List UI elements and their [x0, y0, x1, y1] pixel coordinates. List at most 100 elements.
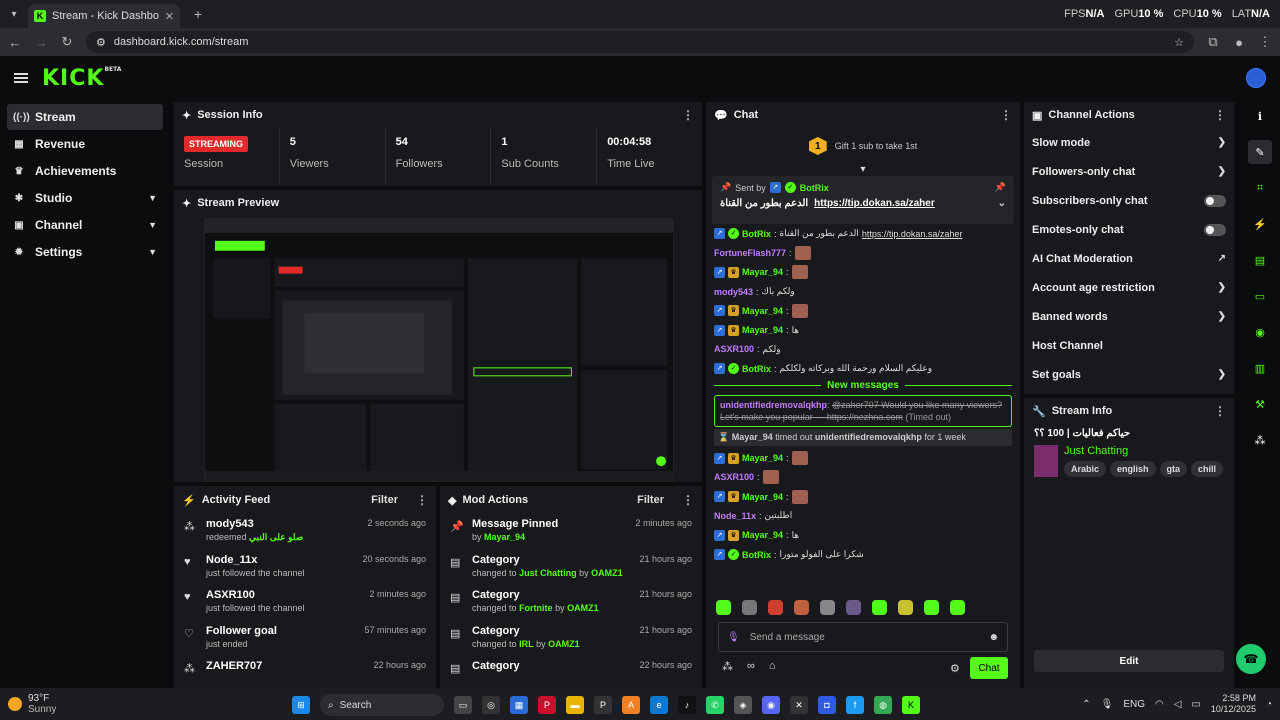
windows-start-icon[interactable]: ⊞ — [292, 696, 310, 714]
chevron-right-icon[interactable]: ❯ — [1218, 166, 1226, 177]
note-icon[interactable]: ▤ — [1248, 248, 1272, 272]
app-icon[interactable]: A — [622, 696, 640, 714]
app-icon[interactable]: ✕ — [790, 696, 808, 714]
chevron-right-icon[interactable]: ❯ — [1218, 369, 1226, 380]
language-indicator[interactable]: ENG — [1123, 699, 1145, 710]
store-icon[interactable]: ▦ — [510, 696, 528, 714]
sidebar-item-settings[interactable]: ✹ Settings ▼ — [7, 239, 163, 265]
broadcast-icon[interactable]: ◉ — [1248, 320, 1272, 344]
emote-picker-icon[interactable] — [924, 600, 939, 615]
chat-message[interactable]: ↗ ✓ BotRix: وعليكم السلام ورحمة الله وبركات… — [706, 359, 1020, 378]
task-view-icon[interactable]: ▭ — [454, 696, 472, 714]
stream-tag[interactable]: english — [1110, 461, 1156, 477]
channel-action-followers-only-chat[interactable]: Followers-only chat ❯ — [1024, 157, 1234, 186]
more-options-icon[interactable]: ⋮ — [416, 493, 428, 507]
external-link-icon[interactable]: ↗ — [1218, 253, 1226, 264]
flagged-message[interactable]: unidentifiedremovalqkhp: @zaher707 Would… — [714, 395, 1012, 428]
store-icon[interactable]: ⌂ — [769, 660, 776, 673]
channel-action-account-age-restriction[interactable]: Account age restriction ❯ — [1024, 273, 1234, 302]
chat-username[interactable]: Mayar_94 — [742, 530, 783, 540]
pinned-link[interactable]: https://tip.dokan.sa/zaher — [814, 198, 935, 209]
chat-message[interactable]: ↗ ♛ Mayar_94: ها — [706, 526, 1020, 545]
folder-icon[interactable]: ▬ — [566, 696, 584, 714]
microphone-icon[interactable]: 🎙 — [727, 632, 740, 643]
pinned-message[interactable]: 📌 Sent by ↗ ✓ BotRix 📌 الدعم بطور من الق… — [712, 176, 1014, 224]
sidebar-item-achievements[interactable]: ♛ Achievements — [7, 158, 163, 184]
chat-bubble-icon[interactable]: ▭ — [1248, 284, 1272, 308]
volume-icon[interactable]: ◁ — [1174, 699, 1182, 710]
notifications-icon[interactable]: ◔ — [1266, 699, 1272, 710]
bookmark-star-icon[interactable]: ☆ — [1174, 36, 1184, 49]
extensions-icon[interactable]: ⧉ — [1206, 34, 1220, 50]
more-options-icon[interactable]: ⋮ — [682, 108, 694, 122]
collapse-pinned-icon[interactable]: ▾ — [706, 164, 1020, 176]
chevron-right-icon[interactable]: ❯ — [1218, 311, 1226, 322]
channel-action-ai-chat-moderation[interactable]: AI Chat Moderation ↗ — [1024, 244, 1234, 273]
battery-icon[interactable]: ▭ — [1191, 699, 1200, 710]
wifi-icon[interactable]: ◠ — [1155, 699, 1164, 710]
chat-input[interactable]: Send a message — [750, 632, 825, 643]
emoji-icon[interactable]: ☻ — [988, 632, 999, 643]
channel-action-set-goals[interactable]: Set goals ❯ — [1024, 360, 1234, 389]
channel-action-emotes-only-chat[interactable]: Emotes-only chat — [1024, 215, 1234, 244]
gift-sub-leaderboard[interactable]: 1 Gift 1 sub to take 1st — [706, 128, 1020, 164]
emote-picker-icon[interactable] — [950, 600, 965, 615]
kick-logo[interactable]: KICKBETA — [42, 66, 121, 91]
clock[interactable]: 2:58 PM 10/12/2025 — [1211, 693, 1256, 715]
channel-action-host-channel[interactable]: Host Channel — [1024, 331, 1234, 360]
kick-app-icon[interactable]: K — [902, 696, 920, 714]
support-headset-icon[interactable]: ☎ — [1236, 644, 1266, 674]
activity-filter-button[interactable]: Filter — [371, 494, 398, 506]
edge-icon[interactable]: e — [650, 696, 668, 714]
sidebar-item-revenue[interactable]: ▦ Revenue — [7, 131, 163, 157]
emote-picker-icon[interactable] — [742, 600, 757, 615]
pinterest-icon[interactable]: P — [538, 696, 556, 714]
emote-picker-icon[interactable] — [716, 600, 731, 615]
toggle-switch[interactable] — [1204, 223, 1226, 236]
taskbar-search[interactable]: ⌕ Search — [320, 694, 444, 716]
unpin-icon[interactable]: 📌 — [995, 182, 1006, 193]
info-icon[interactable]: ℹ — [1248, 104, 1272, 128]
address-bar[interactable]: ⚙ dashboard.kick.com/stream ☆ — [86, 31, 1194, 53]
chevron-down-icon[interactable]: ▼ — [148, 247, 157, 257]
app-icon[interactable]: ◘ — [818, 696, 836, 714]
activity-item[interactable]: ⁂ ZAHER707 22 hours ago — [174, 656, 436, 688]
mod-action-item[interactable]: ▤ Category changed to Fortnite by OAMZ1 21 … — [440, 585, 702, 621]
stream-tag[interactable]: gta — [1159, 461, 1188, 477]
stream-category[interactable]: Just Chatting — [1064, 445, 1224, 457]
forward-icon[interactable]: → — [34, 35, 48, 50]
chat-username[interactable]: ASXR100 — [714, 344, 754, 354]
infinity-icon[interactable]: ∞ — [747, 660, 755, 673]
users-icon[interactable]: ⁂ — [722, 660, 733, 673]
app-icon[interactable]: P — [594, 696, 612, 714]
expand-pinned-icon[interactable]: ⌄ — [998, 198, 1006, 209]
browser-menu-icon[interactable]: ⋮ — [1258, 34, 1272, 50]
chrome-icon[interactable]: ◍ — [874, 696, 892, 714]
chat-settings-icon[interactable]: ⚙ — [950, 662, 960, 675]
chat-username[interactable]: Mayar_94 — [742, 453, 783, 463]
chevron-right-icon[interactable]: ❯ — [1218, 137, 1226, 148]
microphone-icon[interactable]: 🎙 — [1101, 699, 1114, 710]
stream-tag[interactable]: Arabic — [1064, 461, 1107, 477]
profile-icon[interactable]: ● — [1232, 35, 1246, 50]
chat-message[interactable]: ASXR100: ولكم — [706, 340, 1020, 359]
reload-icon[interactable]: ↻ — [60, 34, 74, 50]
more-options-icon[interactable]: ⋮ — [682, 493, 694, 507]
new-tab-icon[interactable]: + — [186, 6, 210, 22]
chat-message[interactable]: ↗ ♛ Mayar_94: ها — [706, 320, 1020, 339]
chat-message[interactable]: ↗ ♛ Mayar_94: — [706, 301, 1020, 320]
emote-picker-icon[interactable] — [794, 600, 809, 615]
chat-message[interactable]: ↗ ♛ Mayar_94: — [706, 448, 1020, 467]
menu-icon[interactable] — [14, 73, 28, 83]
chat-message[interactable]: ↗ ✓ BotRix: الدعم بطور من القناة https://tip… — [706, 224, 1020, 243]
bolt-icon[interactable]: ⚡ — [1248, 212, 1272, 236]
chat-username[interactable]: Mayar_94 — [742, 306, 783, 316]
sidebar-item-stream[interactable]: ((·)) Stream — [7, 104, 163, 130]
chat-message[interactable]: FortuneFlash777: — [706, 243, 1020, 262]
mod-action-item[interactable]: ▤ Category changed to Just Chatting by OAM… — [440, 550, 702, 586]
mod-filter-button[interactable]: Filter — [637, 494, 664, 506]
stream-preview-video[interactable] — [204, 218, 674, 482]
edit-stream-button[interactable]: Edit — [1034, 650, 1224, 672]
more-options-icon[interactable]: ⋮ — [1214, 108, 1226, 122]
mod-action-item[interactable]: 📌 Message Pinned by Mayar_94 2 minutes ago — [440, 514, 702, 550]
